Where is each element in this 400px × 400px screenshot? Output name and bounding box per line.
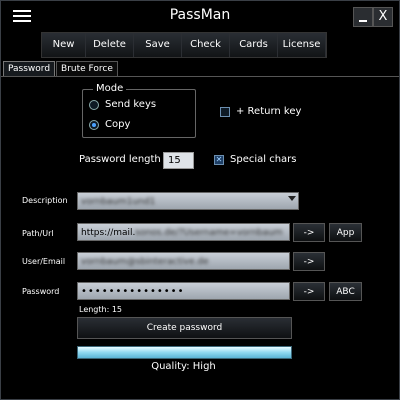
description-dropdown[interactable]: vornbaum1und1 xyxy=(77,192,299,210)
password-label: Password xyxy=(22,287,60,296)
path-url-value-blurred: sonos.de/?Username=vornbaum xyxy=(135,228,283,238)
special-chars-checkbox[interactable]: ✕ Special chars xyxy=(214,154,297,165)
password-length-label: Password length xyxy=(79,154,161,165)
title-bar: PassMan X xyxy=(1,1,399,31)
tab-brute-force[interactable]: Brute Force xyxy=(56,61,118,77)
user-email-label: User/Email xyxy=(22,257,66,266)
cards-button[interactable]: Cards xyxy=(230,33,278,57)
minimize-button[interactable] xyxy=(353,7,373,27)
mode-group: Mode Send keys Copy xyxy=(82,83,196,138)
quality-bar-fill xyxy=(78,347,291,358)
delete-button[interactable]: Delete xyxy=(86,33,134,57)
create-password-button[interactable]: Create password xyxy=(77,317,292,339)
save-button[interactable]: Save xyxy=(134,33,182,57)
return-key-checkbox-box[interactable] xyxy=(220,106,230,117)
return-key-label: + Return key xyxy=(236,106,302,117)
password-arrow-button[interactable]: -> xyxy=(293,282,325,301)
radio-copy[interactable]: Copy xyxy=(89,119,130,130)
app-button[interactable]: App xyxy=(329,223,362,242)
toolbar: New Delete Save Check Cards License xyxy=(41,32,327,58)
user-email-arrow-button[interactable]: -> xyxy=(293,252,325,271)
radio-send-keys-indicator[interactable] xyxy=(89,99,99,110)
radio-send-keys[interactable]: Send keys xyxy=(89,99,156,110)
path-url-label: Path/Url xyxy=(22,229,54,238)
radio-copy-indicator[interactable] xyxy=(89,119,99,130)
radio-copy-label: Copy xyxy=(105,119,131,130)
quality-bar xyxy=(77,346,292,359)
passman-window: PassMan X New Delete Save Check Cards Li… xyxy=(0,0,400,400)
license-button[interactable]: License xyxy=(278,33,326,57)
new-button[interactable]: New xyxy=(42,33,86,57)
password-input[interactable]: ••••••••••••••• xyxy=(77,282,290,300)
tab-bar: Password Brute Force xyxy=(3,61,119,77)
tab-divider xyxy=(1,76,399,77)
minimize-icon xyxy=(359,20,367,22)
quality-label: Quality: High xyxy=(151,361,216,372)
user-email-input[interactable]: vornbaum@sbinteractive.de xyxy=(77,252,290,270)
password-length-input[interactable]: 15 xyxy=(163,152,194,169)
length-info: Length: 15 xyxy=(79,305,123,314)
user-email-value: vornbaum@sbinteractive.de xyxy=(81,257,209,267)
app-title: PassMan xyxy=(169,7,231,23)
tab-password[interactable]: Password xyxy=(3,61,56,77)
mode-legend: Mode xyxy=(93,83,127,94)
special-chars-label: Special chars xyxy=(230,154,297,165)
description-label: Description xyxy=(22,196,68,205)
close-button[interactable]: X xyxy=(373,7,393,27)
path-url-input[interactable]: https://mail.sonos.de/?Username=vornbaum xyxy=(77,223,290,241)
radio-send-keys-label: Send keys xyxy=(105,99,157,110)
path-url-arrow-button[interactable]: -> xyxy=(293,223,325,242)
path-url-prefix: https://mail. xyxy=(81,228,136,238)
description-value: vornbaum1und1 xyxy=(81,197,156,207)
special-chars-checkbox-box[interactable]: ✕ xyxy=(214,154,224,165)
chevron-down-icon[interactable] xyxy=(288,196,296,201)
return-key-checkbox[interactable]: + Return key xyxy=(220,106,301,117)
abc-button[interactable]: ABC xyxy=(329,282,362,301)
check-button[interactable]: Check xyxy=(182,33,230,57)
